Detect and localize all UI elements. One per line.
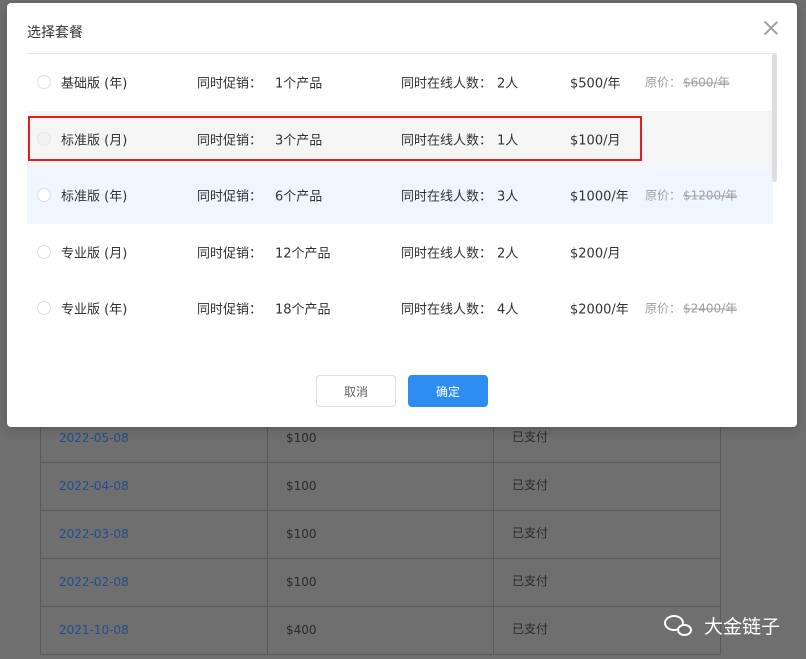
online-label: 同时在线人数： [401,133,493,149]
original-price-label: 原价： [645,188,682,203]
plan-name: 标准版 (年) [61,189,128,205]
dialog-header: 选择套餐 [27,3,777,54]
amount-cell: $400 [267,607,493,654]
plan-price: $1000/年 [570,189,629,205]
promo-value: 1个产品 [275,76,323,92]
online-label: 同时在线人数： [401,76,493,92]
original-price: 原价： $2400/年 [645,300,737,317]
wechat-icon [663,614,694,638]
plan-name: 专业版 (年) [61,302,128,318]
promo-label: 同时促销： [197,76,263,92]
online-label: 同时在线人数： [401,246,493,262]
watermark-text: 大金链子 [703,616,780,638]
table-row: 2022-04-08 $100 已支付 [41,463,720,511]
online-value: 1人 [497,133,519,149]
plan-price: $500/年 [570,76,621,92]
plan-name: 专业版 (月) [61,246,128,262]
original-price-label: 原价： [645,301,682,316]
promo-value: 6个产品 [275,189,323,205]
plan-option-standard-yearly[interactable]: 标准版 (年) 同时促销： 6个产品 同时在线人数： 3人 $1000/年 原价… [27,167,773,224]
original-price-label: 原价： [645,75,682,90]
plan-name: 标准版 (月) [61,133,128,149]
promo-label: 同时促销： [197,302,263,318]
status-cell: 已支付 [493,559,720,606]
plan-radio[interactable] [37,301,51,316]
online-value: 2人 [497,76,519,92]
plan-option-basic-yearly[interactable]: 基础版 (年) 同时促销： 1个产品 同时在线人数： 2人 $500/年 原价：… [27,54,773,111]
payment-history-table: 2022-05-08 $100 已支付 2022-04-08 $100 已支付 … [40,414,721,655]
online-value: 4人 [497,302,519,318]
promo-value: 12个产品 [275,246,331,262]
online-label: 同时在线人数： [401,189,493,205]
date-link[interactable]: 2022-03-08 [41,511,267,558]
dialog-title: 选择套餐 [27,25,83,41]
online-value: 3人 [497,189,519,205]
original-price-value: $2400/年 [683,301,738,316]
table-row: 2021-10-08 $400 已支付 [41,607,720,655]
promo-value: 18个产品 [275,302,331,318]
cancel-button[interactable]: 取消 [316,375,396,407]
original-price: 原价： $1200/年 [645,187,737,204]
plan-option-pro-yearly[interactable]: 专业版 (年) 同时促销： 18个产品 同时在线人数： 4人 $2000/年 原… [27,280,773,337]
status-cell: 已支付 [493,463,720,510]
plan-radio[interactable] [37,131,51,146]
promo-label: 同时促销： [197,246,263,262]
confirm-button[interactable]: 确定 [408,375,488,407]
promo-value: 3个产品 [275,133,323,149]
table-row: 2022-03-08 $100 已支付 [41,511,720,559]
original-price: 原价： $600/年 [645,74,730,91]
watermark: 大金链子 [663,612,780,639]
amount-cell: $100 [267,511,493,558]
plan-radio[interactable] [37,75,51,90]
plan-price: $200/月 [570,246,621,262]
online-label: 同时在线人数： [401,302,493,318]
plan-radio[interactable] [37,188,51,203]
original-price-value: $600/年 [683,75,730,90]
plan-price: $2000/年 [570,302,629,318]
plan-list-scrollbar[interactable] [772,54,777,182]
plan-list: 基础版 (年) 同时促销： 1个产品 同时在线人数： 2人 $500/年 原价：… [27,54,773,337]
promo-label: 同时促销： [197,189,263,205]
status-cell: 已支付 [493,511,720,558]
close-icon[interactable] [763,20,779,36]
plan-option-standard-monthly[interactable]: 标准版 (月) 同时促销： 3个产品 同时在线人数： 1人 $100/月 [27,110,773,167]
plan-price: $100/月 [570,133,621,149]
amount-cell: $100 [267,463,493,510]
date-link[interactable]: 2022-04-08 [41,463,267,510]
plan-option-pro-monthly[interactable]: 专业版 (月) 同时促销： 12个产品 同时在线人数： 2人 $200/月 [27,224,773,281]
date-link[interactable]: 2021-10-08 [41,607,267,654]
table-row: 2022-02-08 $100 已支付 [41,559,720,607]
amount-cell: $100 [267,559,493,606]
date-link[interactable]: 2022-02-08 [41,559,267,606]
plan-name: 基础版 (年) [61,76,128,92]
plan-radio[interactable] [37,244,51,259]
select-plan-dialog: 选择套餐 基础版 (年) 同时促销： 1个产品 同时在线人数： 2人 $500/… [7,3,797,427]
promo-label: 同时促销： [197,133,263,149]
online-value: 2人 [497,246,519,262]
original-price-value: $1200/年 [683,188,738,203]
